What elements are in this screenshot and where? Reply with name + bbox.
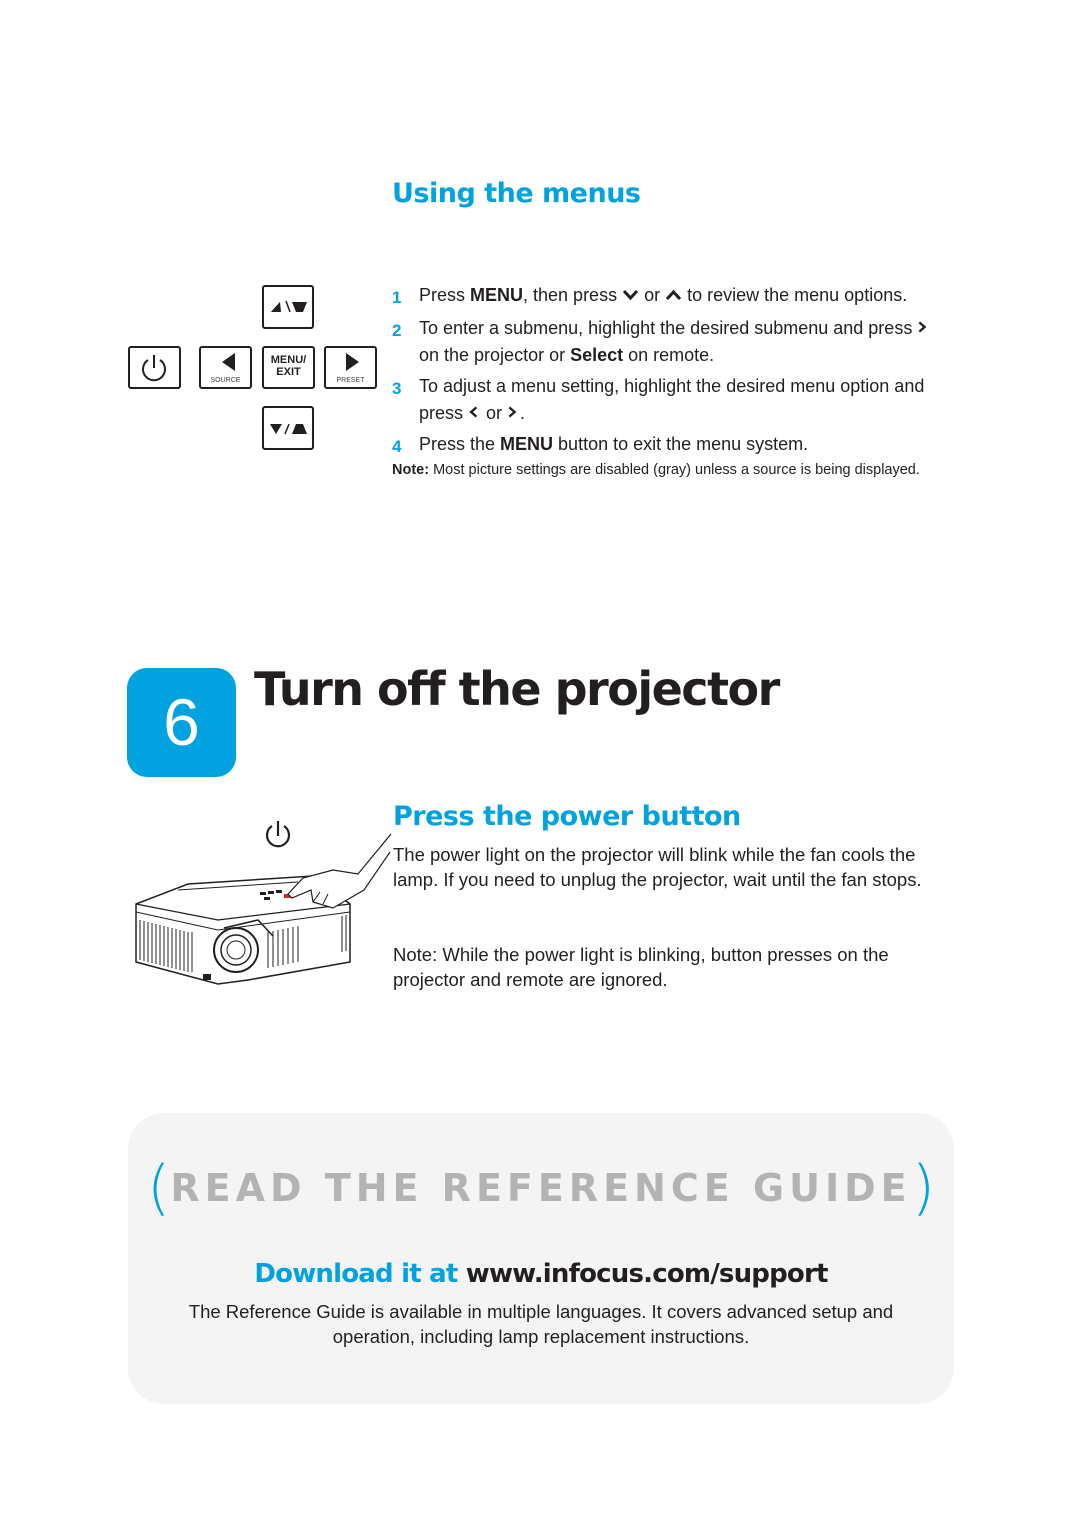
preset-right-key: PRESET xyxy=(324,346,377,389)
step-number: 3 xyxy=(392,379,402,398)
power-paragraph: The power light on the projector will bl… xyxy=(393,844,922,890)
left-arrow-icon xyxy=(222,353,235,371)
chevron-right-icon xyxy=(508,406,517,418)
reference-title-text: READ THE REFERENCE GUIDE xyxy=(170,1166,912,1210)
chevron-down-icon xyxy=(622,289,639,301)
projector-illustration xyxy=(128,812,393,987)
menu-key-label: MENU/ EXIT xyxy=(264,354,313,378)
reference-description: The Reference Guide is available in mult… xyxy=(188,1301,894,1347)
menu-exit-key: MENU/ EXIT xyxy=(262,346,315,389)
note-label: Note: xyxy=(392,462,430,478)
section-title: Turn off the projector xyxy=(254,662,780,716)
reference-guide-title: (READ THE REFERENCE GUIDE) xyxy=(128,1153,954,1223)
power-icon xyxy=(142,355,166,382)
step-number: 4 xyxy=(392,437,402,456)
projector-with-hand-image xyxy=(135,821,392,985)
step-item: 3 To adjust a menu setting, highlight th… xyxy=(392,373,937,427)
power-key xyxy=(128,346,181,389)
preset-key-label: PRESET xyxy=(336,377,365,384)
power-icon xyxy=(265,821,291,848)
keystone-up-key xyxy=(262,285,314,329)
step-item: 4 Press the MENU button to exit the menu… xyxy=(392,431,937,460)
support-url-link[interactable]: www.infocus.com/support xyxy=(466,1259,829,1289)
chevron-up-icon xyxy=(665,289,682,301)
chevron-left-icon xyxy=(469,406,478,418)
step-number: 1 xyxy=(392,288,402,307)
step-item: 2 To enter a submenu, highlight the desi… xyxy=(392,315,937,369)
close-paren: ) xyxy=(911,1153,936,1223)
step-text: Press the MENU button to exit the menu s… xyxy=(419,434,809,454)
menu-note: Note: Most picture settings are disabled… xyxy=(392,460,937,481)
download-prefix: Download it at xyxy=(254,1259,466,1289)
menus-heading: Using the menus xyxy=(392,178,641,209)
step-text: Press MENU, then press or to review the … xyxy=(419,285,908,305)
power-subheading: Press the power button xyxy=(393,801,741,832)
menu-steps-list: 1 Press MENU, then press or to review th… xyxy=(392,282,937,481)
open-paren: ( xyxy=(146,1153,171,1223)
download-line: Download it at www.infocus.com/support xyxy=(128,1259,954,1289)
power-note: Note: While the power light is blinking,… xyxy=(393,944,889,990)
note-text: Most picture settings are disabled (gray… xyxy=(429,462,920,478)
step-text: To enter a submenu, highlight the desire… xyxy=(419,315,937,369)
menu-key-label-line1: MENU/ xyxy=(270,354,307,366)
chevron-right-icon xyxy=(918,321,927,333)
source-left-key: SOURCE xyxy=(199,346,252,389)
keystone-down-key xyxy=(262,406,314,450)
keystone-down-icon xyxy=(270,423,307,435)
reference-guide-box: (READ THE REFERENCE GUIDE) Download it a… xyxy=(128,1113,954,1404)
step-number-badge: 6 xyxy=(127,668,236,777)
step-text: To adjust a menu setting, highlight the … xyxy=(419,376,925,423)
step-item: 1 Press MENU, then press or to review th… xyxy=(392,282,937,311)
keystone-up-icon xyxy=(271,300,307,313)
menu-key-label-line2: EXIT xyxy=(276,366,301,378)
source-key-label: SOURCE xyxy=(210,377,241,384)
step-number: 2 xyxy=(392,321,402,340)
right-arrow-icon xyxy=(346,353,359,371)
